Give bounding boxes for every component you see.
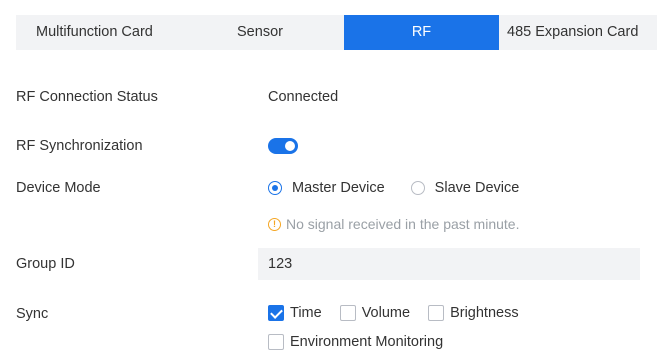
toggle-knob [285, 141, 295, 151]
radio-master-device[interactable]: Master Device [268, 180, 385, 196]
sync-option-brightness[interactable]: Brightness [428, 305, 519, 321]
rf-synchronization-toggle[interactable] [268, 138, 298, 154]
signal-warning-hint: ! No signal received in the past minute. [268, 216, 519, 232]
sync-option-volume[interactable]: Volume [339, 305, 411, 321]
sync-option-time[interactable]: Time [268, 305, 322, 321]
checkbox-label-time: Time [290, 305, 322, 321]
group-id-label: Group ID [16, 256, 75, 272]
device-mode-radio-group: Master Device Slave Device [268, 180, 545, 196]
tab-rf[interactable]: RF [344, 15, 499, 50]
warning-icon: ! [268, 217, 281, 231]
checkbox-environment-monitoring[interactable] [268, 334, 284, 350]
sync-options-row-2: Environment Monitoring [268, 334, 461, 350]
tab-sensor[interactable]: Sensor [176, 15, 344, 50]
checkbox-volume[interactable] [339, 305, 356, 321]
signal-warning-text: No signal received in the past minute. [286, 216, 520, 232]
tab-485-expansion-card[interactable]: 485 Expansion Card [499, 15, 657, 50]
checkbox-label-environment-monitoring: Environment Monitoring [290, 334, 444, 350]
checkbox-time[interactable] [268, 305, 284, 321]
sync-label: Sync [16, 306, 49, 322]
checkbox-brightness[interactable] [428, 305, 445, 321]
tab-bar: Multifunction Card Sensor RF 485 Expansi… [16, 15, 657, 50]
checkbox-label-volume: Volume [361, 305, 411, 321]
checkbox-label-brightness: Brightness [450, 305, 519, 321]
radio-button-unchecked[interactable] [410, 181, 425, 195]
sync-option-environment-monitoring[interactable]: Environment Monitoring [268, 334, 443, 350]
sync-options-row-1: Time Volume Brightness [268, 305, 537, 321]
radio-slave-device[interactable]: Slave Device [410, 180, 520, 196]
rf-connection-status-value: Connected [268, 89, 339, 105]
device-mode-label: Device Mode [16, 180, 101, 196]
tab-multifunction-card[interactable]: Multifunction Card [16, 15, 176, 50]
group-id-input[interactable] [258, 248, 640, 280]
rf-synchronization-label: RF Synchronization [16, 138, 143, 154]
rf-connection-status-label: RF Connection Status [16, 89, 158, 105]
rf-settings-page: Multifunction Card Sensor RF 485 Expansi… [0, 0, 657, 352]
radio-label-master: Master Device [292, 180, 385, 196]
radio-button-checked[interactable] [268, 181, 282, 195]
radio-label-slave: Slave Device [434, 180, 520, 196]
